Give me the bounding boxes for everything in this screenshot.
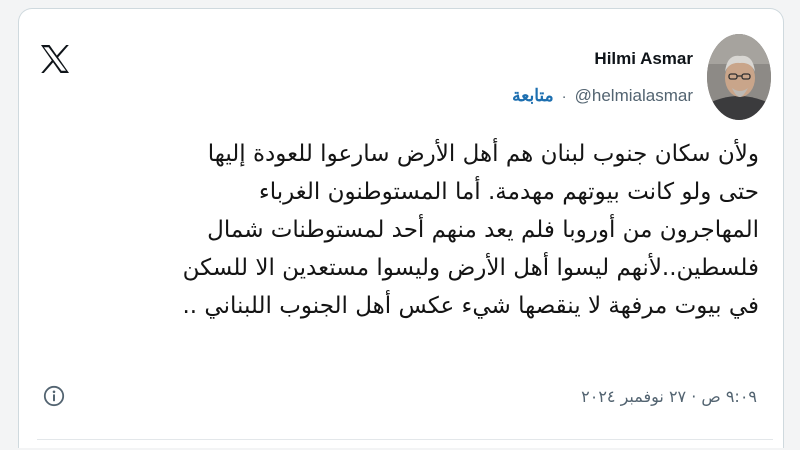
tweet-line: فلسطين..لأنهم ليسوا أهل الأرض وليسوا مست… <box>182 255 759 281</box>
tweet-footer: ٩:٠٩ ص · ٢٧ نوفمبر ٢٠٢٤ <box>43 381 757 411</box>
tweet-line: ولأن سكان جنوب لبنان هم أهل الأرض سارعوا… <box>207 141 759 167</box>
author-info: Hilmi Asmar متابعة · @helmialasmar <box>512 48 693 106</box>
separator-dot: · <box>561 87 567 105</box>
author-sub-row: متابعة · @helmialasmar <box>512 86 693 106</box>
tweet-timestamp[interactable]: ٩:٠٩ ص · ٢٧ نوفمبر ٢٠٢٤ <box>581 387 757 406</box>
tweet-line: حتى ولو كانت بيوتهم مهدمة. أما المستوطنو… <box>258 179 759 205</box>
tweet-line: في بيوت مرفهة لا ينقصها شيء عكس أهل الجن… <box>182 293 760 319</box>
avatar-image <box>707 34 771 120</box>
tweet-card[interactable]: Hilmi Asmar متابعة · @helmialasmar ولأن … <box>18 8 784 448</box>
author-handle[interactable]: @helmialasmar <box>575 86 693 106</box>
author-display-name[interactable]: Hilmi Asmar <box>594 48 693 70</box>
avatar[interactable] <box>707 34 771 120</box>
x-logo-icon[interactable] <box>39 43 71 75</box>
footer-divider <box>37 439 773 440</box>
follow-button[interactable]: متابعة <box>512 86 553 106</box>
tweet-header: Hilmi Asmar متابعة · @helmialasmar <box>512 31 771 123</box>
info-icon[interactable] <box>43 385 65 407</box>
tweet-line: المهاجرون من أوروبا فلم يعد منهم أحد لمس… <box>207 217 759 243</box>
tweet-body: ولأن سكان جنوب لبنان هم أهل الأرض سارعوا… <box>39 135 760 325</box>
